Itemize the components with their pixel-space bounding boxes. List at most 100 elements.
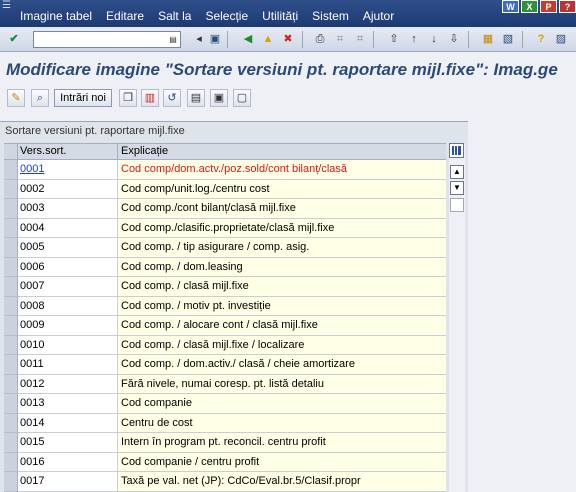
table-row[interactable]: 0014 Centru de cost bbox=[4, 413, 446, 433]
select-all-icon[interactable]: ▤ bbox=[187, 89, 205, 107]
exit-icon[interactable]: ▲ bbox=[260, 31, 276, 47]
table-row[interactable]: 0017 Taxă pe val. net (JP): CdCo/Eval.br.… bbox=[4, 472, 446, 492]
table-settings-icon[interactable] bbox=[449, 143, 464, 158]
description-cell[interactable]: Intern în program pt. reconcil. centru p… bbox=[118, 433, 446, 453]
last-page-icon[interactable]: ⇩ bbox=[446, 31, 462, 47]
sort-version-cell[interactable]: 0001 bbox=[18, 160, 118, 180]
sort-version-cell[interactable]: 0006 bbox=[18, 257, 118, 277]
sort-version-cell[interactable]: 0002 bbox=[18, 179, 118, 199]
description-cell[interactable]: Cod comp. / dom.activ./ clasă / cheie am… bbox=[118, 355, 446, 375]
help-icon[interactable]: ? bbox=[533, 31, 549, 47]
description-cell[interactable]: Cod comp. / motiv pt. investiție bbox=[118, 296, 446, 316]
table-row[interactable]: 0011 Cod comp. / dom.activ./ clasă / chei… bbox=[4, 355, 446, 375]
row-select-button[interactable] bbox=[4, 433, 18, 453]
sort-version-cell[interactable]: 0009 bbox=[18, 316, 118, 336]
first-page-icon[interactable]: ⇧ bbox=[386, 31, 402, 47]
description-cell[interactable]: Taxă pe val. net (JP): CdCo/Eval.br.5/Cl… bbox=[118, 472, 446, 492]
row-select-button[interactable] bbox=[4, 472, 18, 492]
back-icon[interactable]: ◀ bbox=[240, 31, 256, 47]
sort-version-cell[interactable]: 0017 bbox=[18, 472, 118, 492]
description-cell[interactable]: Cod comp. / alocare cont / clasă mijl.fi… bbox=[118, 316, 446, 336]
print-icon[interactable]: ⎙ bbox=[312, 31, 328, 47]
word-icon[interactable]: W bbox=[502, 0, 519, 13]
prev-page-icon[interactable]: ↑ bbox=[406, 31, 422, 47]
deselect-all-icon[interactable]: ▢ bbox=[233, 89, 251, 107]
table-row[interactable]: 0008 Cod comp. / motiv pt. investiție bbox=[4, 296, 446, 316]
scroll-down-icon[interactable]: ▼ bbox=[450, 181, 464, 195]
menu-item-salt-la[interactable]: Salt la bbox=[158, 9, 191, 23]
row-select-button[interactable] bbox=[4, 335, 18, 355]
row-select-button[interactable] bbox=[4, 413, 18, 433]
command-history-icon[interactable]: ▤ bbox=[168, 33, 178, 46]
sort-version-cell[interactable]: 0011 bbox=[18, 355, 118, 375]
sort-version-cell[interactable]: 0014 bbox=[18, 413, 118, 433]
menu-item-selectie[interactable]: Selecție bbox=[205, 9, 248, 23]
row-select-button[interactable] bbox=[4, 257, 18, 277]
row-select-button[interactable] bbox=[4, 316, 18, 336]
sort-version-cell[interactable]: 0005 bbox=[18, 238, 118, 258]
find-icon[interactable]: ⌗ bbox=[332, 31, 348, 47]
menu-item-editare[interactable]: Editare bbox=[106, 9, 144, 23]
enter-icon[interactable]: ✔ bbox=[6, 31, 22, 47]
description-cell[interactable]: Cod companie / centru profit bbox=[118, 452, 446, 472]
row-select-button[interactable] bbox=[4, 238, 18, 258]
undo-change-icon[interactable]: ↺ bbox=[163, 89, 181, 107]
column-header-explicatie[interactable]: Explicație bbox=[118, 144, 446, 159]
powerpoint-icon[interactable]: P bbox=[540, 0, 557, 13]
collapse-icon[interactable]: ◂ bbox=[191, 31, 207, 47]
sort-version-cell[interactable]: 0003 bbox=[18, 199, 118, 219]
table-row[interactable]: 0015 Intern în program pt. reconcil. cent… bbox=[4, 433, 446, 453]
sort-version-cell[interactable]: 0008 bbox=[18, 296, 118, 316]
select-all-rows-button[interactable] bbox=[4, 144, 18, 159]
row-select-button[interactable] bbox=[4, 374, 18, 394]
description-cell[interactable]: Cod comp./cont bilanț/clasă mijl.fixe bbox=[118, 199, 446, 219]
details-icon[interactable]: ⌕ bbox=[31, 89, 49, 107]
menu-item-sistem[interactable]: Sistem bbox=[312, 9, 349, 23]
table-row[interactable]: 0007 Cod comp. / clasă mijl.fixe bbox=[4, 277, 446, 297]
row-select-button[interactable] bbox=[4, 452, 18, 472]
select-block-icon[interactable]: ▣ bbox=[210, 89, 228, 107]
column-header-vers-sort[interactable]: Vers.sort. bbox=[18, 144, 118, 159]
vertical-scrollbar[interactable]: ▲ ▼ bbox=[449, 143, 465, 492]
row-select-button[interactable] bbox=[4, 277, 18, 297]
save-icon[interactable]: ▣ bbox=[207, 31, 223, 47]
sort-version-cell[interactable]: 0016 bbox=[18, 452, 118, 472]
new-entries-button[interactable]: Intrări noi bbox=[54, 89, 112, 107]
menu-item-ajutor[interactable]: Ajutor bbox=[363, 9, 394, 23]
delete-icon[interactable]: ▥ bbox=[141, 89, 159, 107]
table-row[interactable]: 0002 Cod comp/unit.log./centru cost bbox=[4, 179, 446, 199]
sort-version-cell[interactable]: 0013 bbox=[18, 394, 118, 414]
row-select-button[interactable] bbox=[4, 199, 18, 219]
find-next-icon[interactable]: ⌗ bbox=[352, 31, 368, 47]
description-cell[interactable]: Cod comp. / clasă mijl.fixe bbox=[118, 277, 446, 297]
row-select-button[interactable] bbox=[4, 160, 18, 180]
description-cell[interactable]: Cod comp. / dom.leasing bbox=[118, 257, 446, 277]
row-select-button[interactable] bbox=[4, 355, 18, 375]
display-change-icon[interactable]: ✎ bbox=[7, 89, 25, 107]
table-row[interactable]: 0004 Cod comp./clasific.proprietate/clasă… bbox=[4, 218, 446, 238]
scroll-thumb[interactable] bbox=[450, 198, 464, 212]
table-row[interactable]: 0009 Cod comp. / alocare cont / clasă mij… bbox=[4, 316, 446, 336]
table-row[interactable]: 0003 Cod comp./cont bilanț/clasă mijl.fix… bbox=[4, 199, 446, 219]
sort-version-cell[interactable]: 0015 bbox=[18, 433, 118, 453]
excel-icon[interactable]: X bbox=[521, 0, 538, 13]
copy-icon[interactable]: ❐ bbox=[119, 89, 137, 107]
customize-layout-icon[interactable]: ▨ bbox=[553, 31, 569, 47]
menu-item-imagine-tabel[interactable]: Imagine tabel bbox=[20, 9, 92, 23]
row-select-button[interactable] bbox=[4, 394, 18, 414]
description-cell[interactable]: Cod comp/dom.actv./poz.sold/cont bilanț/… bbox=[118, 160, 446, 180]
next-page-icon[interactable]: ↓ bbox=[426, 31, 442, 47]
description-cell[interactable]: Centru de cost bbox=[118, 413, 446, 433]
table-row[interactable]: 0016 Cod companie / centru profit bbox=[4, 452, 446, 472]
description-cell[interactable]: Cod comp. / clasă mijl.fixe / localizare bbox=[118, 335, 446, 355]
create-session-icon[interactable]: ▦ bbox=[480, 31, 496, 47]
sort-version-cell[interactable]: 0007 bbox=[18, 277, 118, 297]
command-field[interactable]: ▤ bbox=[33, 31, 181, 48]
sort-version-cell[interactable]: 0012 bbox=[18, 374, 118, 394]
table-row[interactable]: 0010 Cod comp. / clasă mijl.fixe / locali… bbox=[4, 335, 446, 355]
row-select-button[interactable] bbox=[4, 296, 18, 316]
description-cell[interactable]: Cod comp/unit.log./centru cost bbox=[118, 179, 446, 199]
shortcut-icon[interactable]: ▧ bbox=[500, 31, 516, 47]
table-row[interactable]: 0001 Cod comp/dom.actv./poz.sold/cont bil… bbox=[4, 160, 446, 180]
row-select-button[interactable] bbox=[4, 179, 18, 199]
